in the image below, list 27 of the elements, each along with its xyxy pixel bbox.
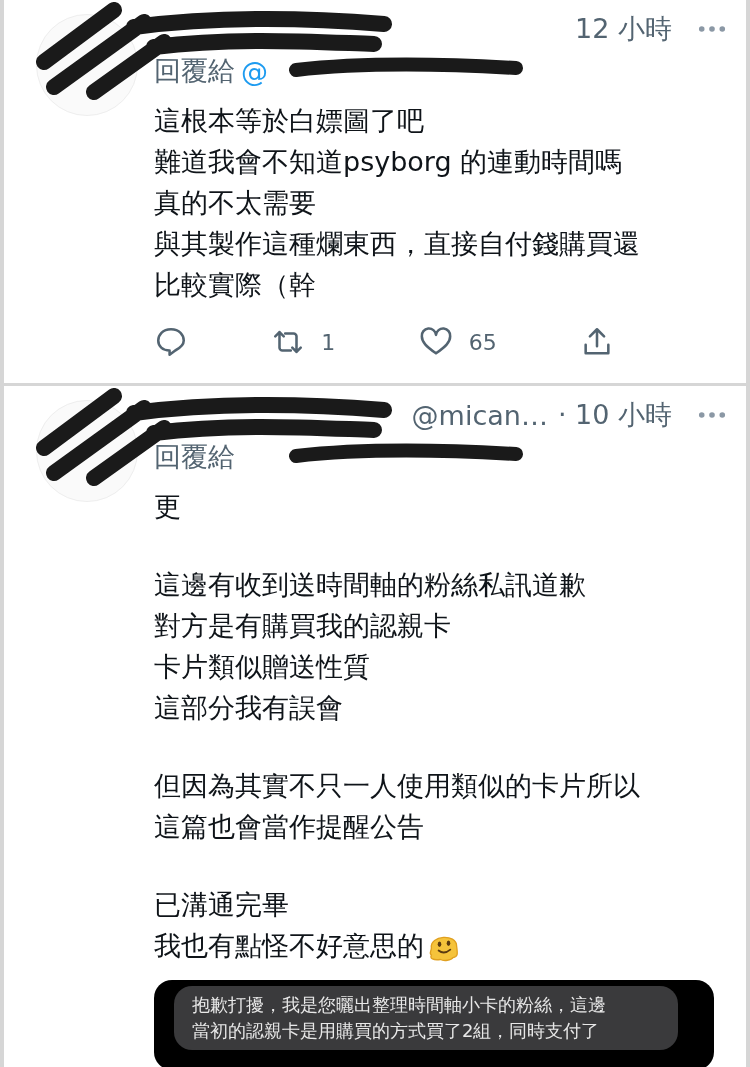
reply-label: 回覆給 [154,54,235,88]
user-handle[interactable]: @mican… [411,399,548,431]
tweet-text: 卡片類似贈送性質 [154,650,370,684]
tweet-text: 這部分我有誤會 [154,691,343,725]
like-count: 65 [468,329,497,355]
tweet-text: 對方是有購買我的認親卡 [154,609,451,643]
more-options-icon[interactable] [698,25,726,33]
tweet-text: 這邊有收到送時間軸的粉絲私訊道歉 [154,568,586,602]
tweet-text: 比較實際（幹 [154,268,316,302]
reply-icon[interactable] [154,325,188,359]
tweet-text: 更 [154,490,181,524]
tweet-text: 這篇也會當作提醒公告 [154,810,424,844]
message-screenshot[interactable]: 抱歉打擾，我是您曬出整理時間軸小卡的粉絲，這邊 當初的認親卡是用購買的方式買了2組，同時支付了 [154,980,714,1067]
tweet-text: 這根本等於白嫖圖了吧 [154,104,424,138]
tweet-text: 真的不太需要 [154,186,316,220]
timestamp: · 10 小時 [557,398,672,432]
message-text: 當初的認親卡是用購買的方式買了2組，同時支付了 [192,1019,601,1043]
tweet-text: 我也有點怪不好意思的 [154,929,424,963]
tweet-text: 已溝通完畢 [154,888,289,922]
tweet-text: 難道我會不知道psyborg 的連動時間嗎 [154,145,623,179]
message-text: 抱歉打擾，我是您曬出整理時間軸小卡的粉絲，這邊 [192,993,607,1017]
timestamp: 12 小時 [575,12,672,46]
retweet-count: 1 [321,329,336,355]
more-options-icon[interactable] [698,411,726,419]
reply-label: 回覆給 [154,440,235,474]
tweet-text: 與其製作這種爛東西，直接自付錢購買還 [154,227,640,261]
tweet-text: 但因為其實不只一人使用類似的卡片所以 [154,769,640,803]
